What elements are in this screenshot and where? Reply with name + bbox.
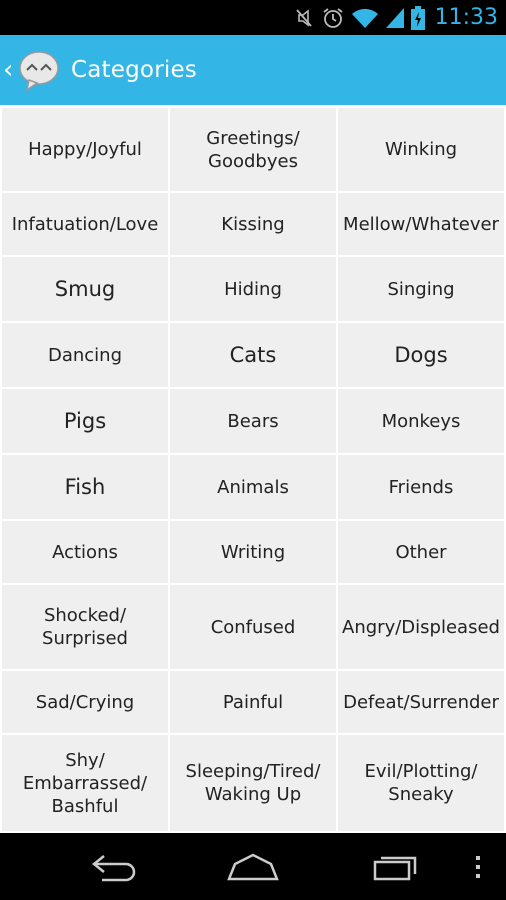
category-evil-plotting-sneaky[interactable]: Evil/Plotting/ Sneaky xyxy=(338,735,504,831)
category-sad-crying[interactable]: Sad/Crying xyxy=(2,671,168,733)
category-fish[interactable]: Fish xyxy=(2,455,168,519)
status-time: 11:33 xyxy=(434,5,498,30)
status-icons: 11:33 xyxy=(293,0,498,35)
category-animals[interactable]: Animals xyxy=(170,455,336,519)
category-singing[interactable]: Singing xyxy=(338,257,504,321)
category-grid: Happy/Joyful Greetings/ Goodbyes Winking In… xyxy=(2,108,505,831)
category-mellow-whatever[interactable]: Mellow/Whatever xyxy=(338,193,504,255)
emoticon-bubble-icon[interactable] xyxy=(17,48,61,92)
category-painful[interactable]: Painful xyxy=(170,671,336,733)
chevron-left-icon[interactable]: ‹ xyxy=(3,57,15,83)
category-writing[interactable]: Writing xyxy=(170,521,336,583)
category-shocked-surprised[interactable]: Shocked/ Surprised xyxy=(2,585,168,669)
wifi-icon xyxy=(351,7,379,29)
category-list: Happy/Joyful Greetings/ Goodbyes Winking In… xyxy=(0,105,506,833)
category-sleeping-tired-waking-up[interactable]: Sleeping/Tired/ Waking Up xyxy=(170,735,336,831)
menu-icon[interactable] xyxy=(466,833,490,900)
category-happy-joyful[interactable]: Happy/Joyful xyxy=(2,108,168,191)
category-greetings-goodbyes[interactable]: Greetings/ Goodbyes xyxy=(170,108,336,191)
category-bears[interactable]: Bears xyxy=(170,389,336,453)
action-bar: ‹ Categories xyxy=(0,35,506,105)
category-dogs[interactable]: Dogs xyxy=(338,323,504,387)
category-angry-displeased[interactable]: Angry/Displeased xyxy=(338,585,504,669)
mute-icon xyxy=(293,7,315,29)
category-cats[interactable]: Cats xyxy=(170,323,336,387)
category-winking[interactable]: Winking xyxy=(338,108,504,191)
category-dancing[interactable]: Dancing xyxy=(2,323,168,387)
signal-icon xyxy=(385,7,405,29)
category-friends[interactable]: Friends xyxy=(338,455,504,519)
category-other[interactable]: Other xyxy=(338,521,504,583)
recent-apps-icon[interactable] xyxy=(358,833,434,900)
battery-charging-icon xyxy=(410,5,425,30)
category-shy-embarrassed-bashful[interactable]: Shy/ Embarrassed/ Bashful xyxy=(2,735,168,831)
home-icon[interactable] xyxy=(215,833,291,900)
category-defeat-surrender[interactable]: Defeat/Surrender xyxy=(338,671,504,733)
nav-bar xyxy=(0,833,506,900)
category-smug[interactable]: Smug xyxy=(2,257,168,321)
status-bar: 11:33 xyxy=(0,0,506,35)
category-monkeys[interactable]: Monkeys xyxy=(338,389,504,453)
page-title: Categories xyxy=(71,57,197,83)
category-hiding[interactable]: Hiding xyxy=(170,257,336,321)
category-actions[interactable]: Actions xyxy=(2,521,168,583)
category-infatuation-love[interactable]: Infatuation/Love xyxy=(2,193,168,255)
back-icon[interactable] xyxy=(75,833,151,900)
alarm-icon xyxy=(321,6,345,30)
category-confused[interactable]: Confused xyxy=(170,585,336,669)
category-kissing[interactable]: Kissing xyxy=(170,193,336,255)
category-pigs[interactable]: Pigs xyxy=(2,389,168,453)
